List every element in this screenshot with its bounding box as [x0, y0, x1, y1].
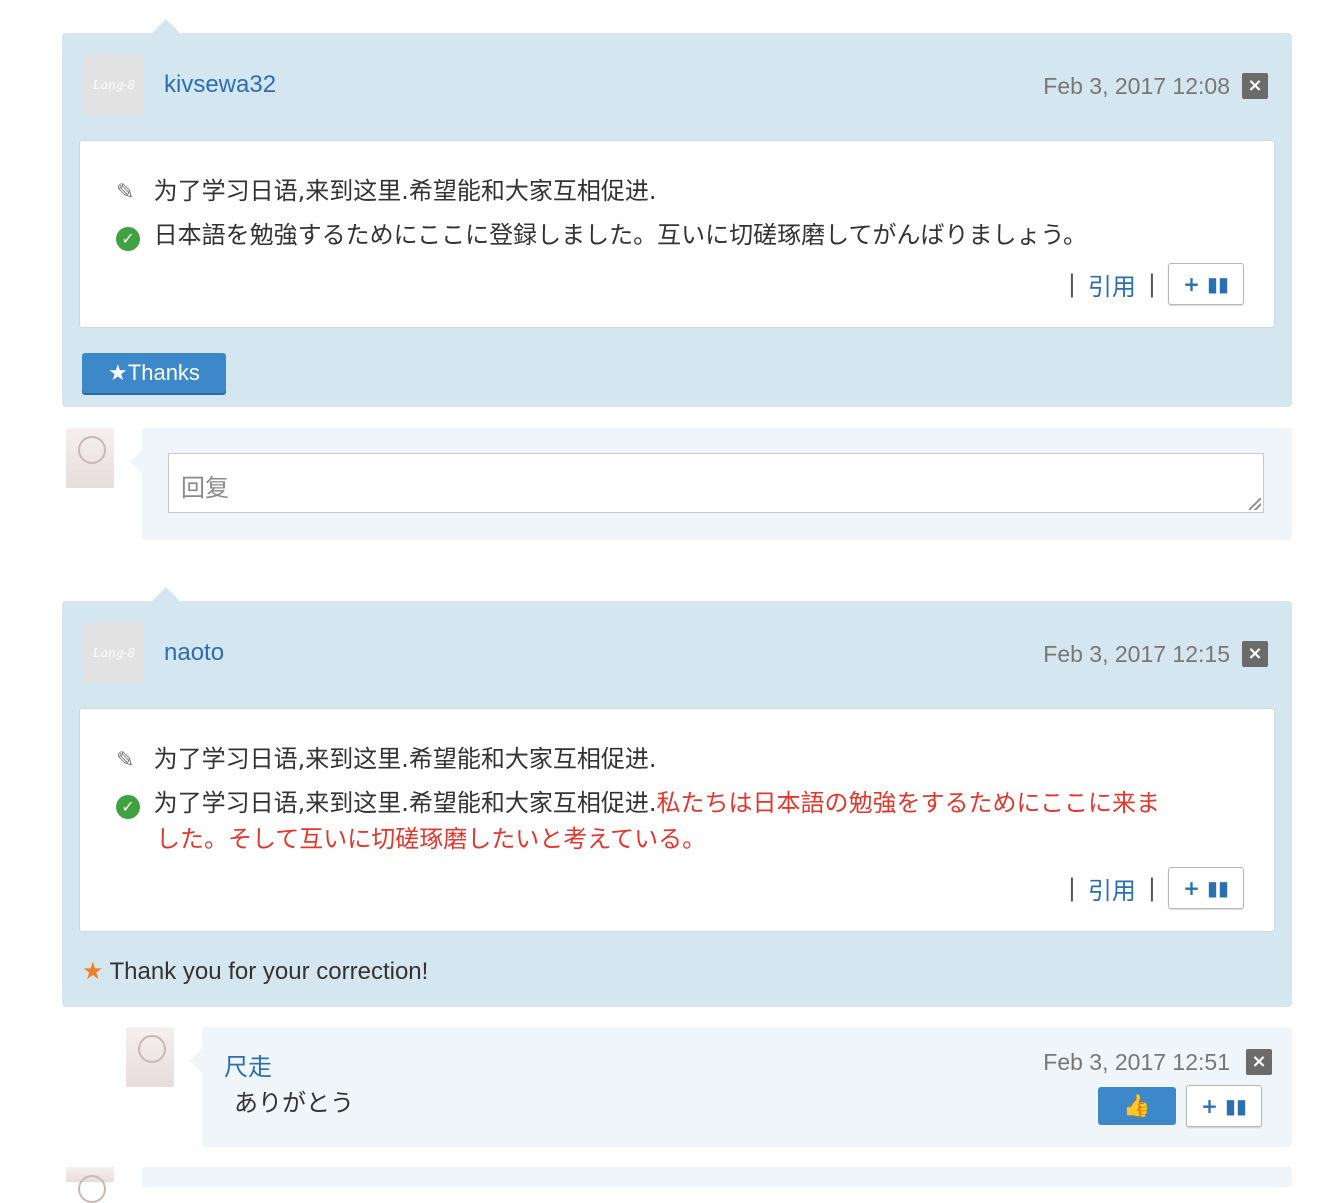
add-to-notebook-button[interactable]: + ▮▮ — [1186, 1085, 1262, 1127]
corrected-red-text: 私たちは日本語の勉強をするためにここに来ま — [656, 789, 1161, 817]
avatar[interactable]: Lang-8 — [84, 623, 144, 683]
star-icon: ★ — [82, 958, 104, 985]
corrected-line: ✓ 为了学习日语,来到这里.希望能和大家互相促进.私たちは日本語の勉強をするため… — [116, 783, 1160, 819]
corrected-line-cont: した。そして互いに切磋琢磨したいと考えている。 — [156, 819, 706, 854]
like-button[interactable]: 👍 — [1098, 1087, 1176, 1125]
username-link[interactable]: naoto — [164, 639, 224, 667]
original-text: 为了学习日语,来到这里.希望能和大家互相促进. — [153, 745, 657, 773]
corrected-line: ✓ 日本語を勉強するためにここに登録しました。互いに切磋琢磨してがんばりましょう… — [116, 215, 1087, 251]
original-line: ✎ 为了学习日语,来到这里.希望能和大家互相促进. — [116, 739, 657, 774]
thanks-label: Thanks — [127, 360, 200, 385]
reply-input[interactable]: 回复 — [168, 453, 1264, 513]
separator: | — [1147, 270, 1156, 298]
timestamp: Feb 3, 2017 12:08 — [1043, 73, 1230, 99]
corrected-text: 为了学习日语,来到这里.希望能和大家互相促进. — [153, 789, 657, 817]
comment-timestamp: Feb 3, 2017 12:51 — [1043, 1049, 1230, 1075]
corrected-red-text-2: した。そして互いに切磋琢磨したいと考えている。 — [156, 825, 707, 853]
quote-link[interactable]: 引用 — [1088, 871, 1136, 906]
avatar[interactable] — [66, 428, 114, 488]
comment-username-link[interactable]: 尺走 — [224, 1047, 272, 1082]
close-icon[interactable]: × — [1246, 1049, 1272, 1075]
comment-notch — [190, 1049, 202, 1073]
correction-actions: | 引用 | + ▮▮ — [1056, 263, 1244, 305]
thumbs-up-icon: 👍 — [1123, 1093, 1151, 1119]
correction-card-1: Lang-8 kivsewa32 Feb 3, 2017 12:08 × ✎ 为… — [62, 19, 1292, 407]
card-notch — [152, 587, 180, 601]
comment-box: 尺走 ありがとう Feb 3, 2017 12:51 × 👍 + ▮▮ — [190, 1027, 1292, 1147]
correction-body: ✎ 为了学习日语,来到这里.希望能和大家互相促进. ✓ 为了学习日语,来到这里.… — [79, 708, 1275, 932]
close-icon[interactable]: × — [1242, 641, 1268, 667]
avatar[interactable] — [66, 1167, 114, 1203]
check-icon: ✓ — [116, 794, 140, 819]
avatar[interactable]: Lang-8 — [84, 55, 144, 115]
resize-grip-icon[interactable] — [1249, 498, 1261, 510]
correction-actions: | 引用 | + ▮▮ — [1056, 867, 1244, 909]
correction-body: ✎ 为了学习日语,来到这里.希望能和大家互相促进. ✓ 日本語を勉強するためにこ… — [79, 140, 1275, 328]
original-text: 为了学习日语,来到这里.希望能和大家互相促进. — [153, 177, 657, 205]
comment-text: ありがとう — [234, 1089, 354, 1117]
separator: | — [1147, 874, 1156, 902]
reply-placeholder: 回复 — [181, 474, 229, 502]
close-icon[interactable]: × — [1242, 73, 1268, 99]
separator: | — [1067, 270, 1076, 298]
timestamp: Feb 3, 2017 12:15 — [1043, 641, 1230, 667]
next-reply-box — [142, 1167, 1292, 1187]
reply-notch — [130, 450, 142, 474]
thanks-note-text: Thank you for your correction! — [109, 958, 429, 985]
pencil-icon: ✎ — [116, 747, 135, 773]
separator: | — [1067, 874, 1076, 902]
correction-card-2: Lang-8 naoto Feb 3, 2017 12:15 × ✎ 为了学习日… — [62, 587, 1292, 1007]
card-notch — [152, 19, 180, 33]
thanks-note: ★ Thank you for your correction! — [82, 957, 428, 986]
add-to-notebook-button[interactable]: + ▮▮ — [1168, 867, 1244, 909]
username-link[interactable]: kivsewa32 — [164, 71, 276, 99]
thanks-button[interactable]: ★ Thanks — [82, 353, 226, 393]
add-to-notebook-button[interactable]: + ▮▮ — [1168, 263, 1244, 305]
quote-link[interactable]: 引用 — [1088, 267, 1136, 302]
avatar[interactable] — [126, 1027, 174, 1087]
check-icon: ✓ — [116, 226, 140, 251]
pencil-icon: ✎ — [116, 179, 135, 205]
corrected-text: 日本語を勉強するためにここに登録しました。互いに切磋琢磨してがんばりましょう。 — [153, 221, 1087, 249]
reply-box: 回复 — [130, 428, 1292, 540]
star-icon: ★ — [108, 360, 128, 385]
original-line: ✎ 为了学习日语,来到这里.希望能和大家互相促进. — [116, 171, 657, 206]
